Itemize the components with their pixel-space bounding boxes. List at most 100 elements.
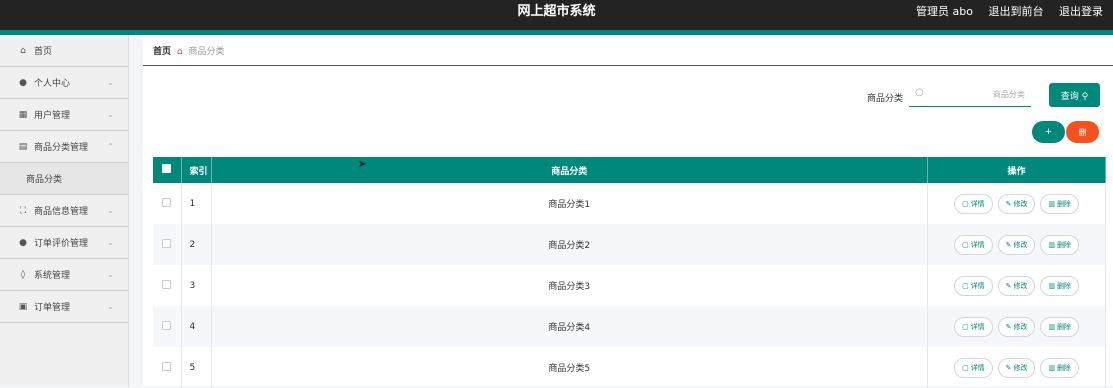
query-button[interactable]: 查询 ⚲ bbox=[1049, 83, 1100, 107]
search-input[interactable] bbox=[929, 85, 1025, 103]
document-icon: ▢ bbox=[962, 199, 969, 208]
logout-link[interactable]: 退出登录 bbox=[1059, 5, 1103, 18]
sidebar-item-profile[interactable]: ● 个人中心 ⌄ bbox=[0, 67, 128, 99]
row-actions: ▢ 详情 ✎ 修改 ▥ 删除 bbox=[927, 224, 1106, 265]
clipboard-icon: ▣ bbox=[18, 301, 28, 312]
detail-label: 详情 bbox=[970, 363, 985, 372]
edit-button[interactable]: ✎ 修改 bbox=[997, 193, 1036, 214]
table-row: 3 商品分类3 ▢ 详情 ✎ 修改 ▥ 删除 bbox=[153, 265, 1106, 306]
table-row: 1 商品分类1 ▢ 详情 ✎ 修改 ▥ 删除 bbox=[153, 183, 1106, 224]
batch-delete-button[interactable]: 删 bbox=[1066, 121, 1099, 143]
delete-label: 删除 bbox=[1056, 281, 1071, 290]
row-checkbox[interactable] bbox=[162, 320, 172, 330]
delete-button[interactable]: ▥ 删除 bbox=[1040, 193, 1079, 214]
sidebar-item-label: 首页 bbox=[34, 47, 53, 57]
user-icon: ● bbox=[19, 237, 27, 248]
detail-button[interactable]: ▢ 详情 bbox=[954, 234, 993, 255]
row-check-cell bbox=[153, 183, 182, 224]
row-check-cell bbox=[153, 306, 182, 347]
table-row: 5 商品分类5 ▢ 详情 ✎ 修改 ▥ 删除 bbox=[153, 347, 1106, 388]
row-category: 商品分类2 bbox=[211, 224, 928, 265]
breadcrumb-home[interactable]: 首页 bbox=[153, 47, 171, 57]
edit-button[interactable]: ✎ 修改 bbox=[997, 316, 1036, 337]
trash-icon: ▥ bbox=[1048, 199, 1055, 208]
front-link[interactable]: 退出到前台 bbox=[989, 5, 1044, 18]
search-label: 商品分类 bbox=[867, 94, 904, 104]
delete-button[interactable]: ▥ 删除 bbox=[1040, 275, 1079, 296]
sidebar-item-label: 商品分类 bbox=[26, 175, 63, 185]
edit-icon: ✎ bbox=[1005, 240, 1012, 249]
home-icon: ⌂ bbox=[176, 47, 183, 57]
row-checkbox[interactable] bbox=[162, 238, 172, 248]
store-icon: ▤ bbox=[18, 141, 28, 152]
row-index: 2 bbox=[181, 224, 212, 265]
row-category: 商品分类5 bbox=[211, 347, 928, 388]
delete-button[interactable]: ▥ 删除 bbox=[1040, 234, 1079, 255]
edit-icon: ✎ bbox=[1005, 199, 1012, 208]
trash-icon: ▥ bbox=[1048, 281, 1055, 290]
delete-label: 删除 bbox=[1056, 363, 1071, 372]
sidebar-item-label: 订单管理 bbox=[34, 303, 71, 313]
chevron-down-icon: ⌄ bbox=[107, 206, 114, 215]
user-icon: ● bbox=[19, 77, 27, 88]
delete-button[interactable]: ▥ 删除 bbox=[1040, 316, 1079, 337]
category-table: 索引 商品分类 操作 1 商品分类1 ▢ 详情 ✎ 修改 ▥ 删除 2 商品分类2 bbox=[153, 157, 1106, 388]
table-row: 4 商品分类4 ▢ 详情 ✎ 修改 ▥ 删除 bbox=[153, 306, 1106, 347]
sidebar-item-label: 商品分类管理 bbox=[34, 143, 89, 153]
header-category: 商品分类 bbox=[211, 157, 928, 183]
sidebar-item-home[interactable]: ⌂ 首页 bbox=[0, 35, 128, 67]
chevron-down-icon: ⌄ bbox=[107, 270, 114, 279]
table-header-row: 索引 商品分类 操作 bbox=[153, 157, 1106, 183]
chevron-down-icon: ⌄ bbox=[107, 110, 114, 119]
sidebar-subitem-category[interactable]: 商品分类 bbox=[0, 163, 128, 195]
detail-label: 详情 bbox=[970, 281, 985, 290]
select-all-checkbox[interactable] bbox=[162, 164, 172, 173]
row-category: 商品分类4 bbox=[211, 306, 928, 347]
document-icon: ▢ bbox=[962, 322, 969, 331]
detail-label: 详情 bbox=[970, 240, 985, 249]
edit-button[interactable]: ✎ 修改 bbox=[997, 275, 1036, 296]
main-content: 首页 ⌂ 商品分类 商品分类 ○ 查询 ⚲ + 删 索引 商品分类 操作 1 商… bbox=[143, 35, 1113, 388]
sidebar-item-users[interactable]: ▦ 用户管理 ⌄ bbox=[0, 99, 128, 131]
bulb-icon: ◊ bbox=[20, 269, 26, 280]
row-index: 1 bbox=[181, 183, 212, 224]
row-actions: ▢ 详情 ✎ 修改 ▥ 删除 bbox=[927, 347, 1106, 388]
edit-label: 修改 bbox=[1013, 199, 1028, 208]
edit-button[interactable]: ✎ 修改 bbox=[997, 234, 1036, 255]
detail-button[interactable]: ▢ 详情 bbox=[954, 275, 993, 296]
row-checkbox[interactable] bbox=[162, 197, 172, 207]
trash-icon: ▥ bbox=[1048, 363, 1055, 372]
sidebar-item-orders[interactable]: ▣ 订单管理 ⌄ bbox=[0, 291, 128, 323]
sidebar-item-category-mgmt[interactable]: ▤ 商品分类管理 ⌃ bbox=[0, 131, 128, 163]
row-check-cell bbox=[153, 347, 182, 388]
detail-button[interactable]: ▢ 详情 bbox=[954, 193, 993, 214]
chevron-down-icon: ⌄ bbox=[107, 302, 114, 311]
row-checkbox[interactable] bbox=[162, 279, 172, 289]
top-right-links: 管理员 abo 退出到前台 退出登录 bbox=[904, 0, 1103, 24]
trash-icon: ▥ bbox=[1048, 322, 1055, 331]
sidebar-item-system[interactable]: ◊ 系统管理 ⌄ bbox=[0, 259, 128, 291]
chevron-down-icon: ⌄ bbox=[107, 238, 114, 247]
detail-button[interactable]: ▢ 详情 bbox=[954, 357, 993, 378]
sidebar-item-review-mgmt[interactable]: ● 订单评价管理 ⌄ bbox=[0, 227, 128, 259]
header-actions: 操作 bbox=[927, 157, 1106, 183]
add-button[interactable]: + bbox=[1032, 121, 1065, 143]
delete-button[interactable]: ▥ 删除 bbox=[1040, 357, 1079, 378]
document-icon: ▢ bbox=[962, 363, 969, 372]
edit-label: 修改 bbox=[1013, 363, 1028, 372]
edit-label: 修改 bbox=[1013, 281, 1028, 290]
row-checkbox[interactable] bbox=[162, 361, 172, 371]
sidebar: ⌂ 首页 ● 个人中心 ⌄ ▦ 用户管理 ⌄ ▤ 商品分类管理 ⌃ 商品分类 ⛶… bbox=[0, 35, 129, 386]
row-check-cell bbox=[153, 265, 182, 306]
edit-icon: ✎ bbox=[1005, 363, 1012, 372]
edit-button[interactable]: ✎ 修改 bbox=[997, 357, 1036, 378]
sidebar-item-goods-mgmt[interactable]: ⛶ 商品信息管理 ⌄ bbox=[0, 195, 128, 227]
document-icon: ▢ bbox=[962, 240, 969, 249]
row-index: 5 bbox=[181, 347, 212, 388]
search-icon: ○ bbox=[915, 87, 924, 98]
detail-button[interactable]: ▢ 详情 bbox=[954, 316, 993, 337]
sidebar-item-label: 商品信息管理 bbox=[34, 207, 89, 217]
edit-icon: ✎ bbox=[1005, 322, 1012, 331]
search-field: ○ bbox=[909, 83, 1031, 107]
document-icon: ▢ bbox=[962, 281, 969, 290]
